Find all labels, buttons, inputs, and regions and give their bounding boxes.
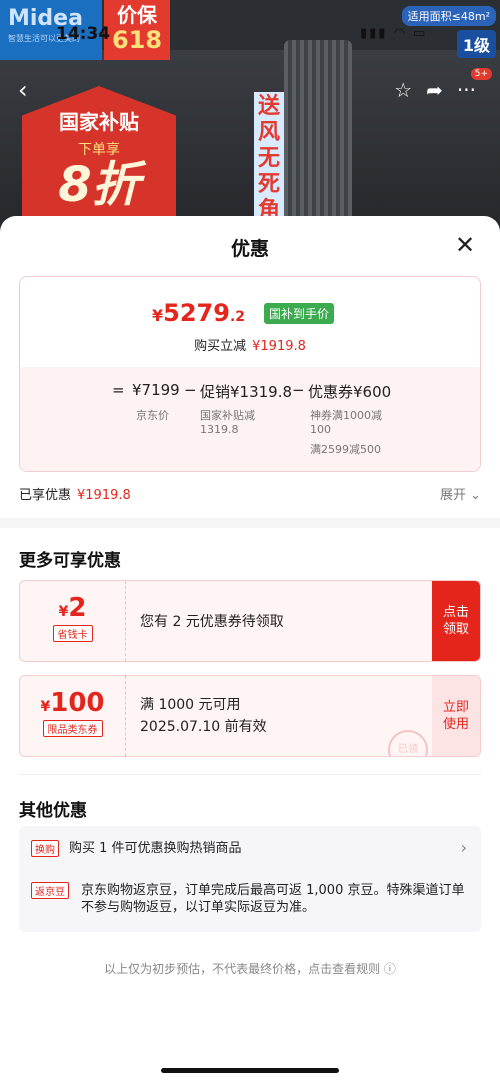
- coupon-description: 您有 2 元优惠券待领取: [140, 614, 284, 630]
- coupon-amount: 优惠券¥600: [308, 383, 392, 401]
- promo-amount: 促销¥1319.8: [200, 383, 293, 401]
- star-icon[interactable]: ☆: [394, 78, 412, 102]
- more-offers-title: 更多可享优惠: [19, 551, 121, 571]
- air-conditioner-image: [284, 40, 352, 240]
- coupon-condition: 满 1000 元可用: [140, 697, 241, 713]
- area-tag: 适用面积≤48m²: [401, 6, 496, 26]
- coupon-value-block: ¥2 省钱卡: [20, 581, 126, 661]
- price-guard-badge: 价保 618: [104, 0, 170, 60]
- other-offers-title: 其他优惠: [19, 801, 87, 821]
- use-coupon-button[interactable]: 立即 使用: [432, 676, 480, 756]
- minus-sign: −: [184, 381, 197, 399]
- enjoyed-amount: ¥1919.8: [77, 488, 131, 503]
- coupon-value-block: ¥100 限品类东券: [20, 676, 126, 756]
- offer-tag: 返京豆: [31, 882, 69, 899]
- instant-discount-amount: ¥1919.8: [252, 339, 306, 354]
- pricing-disclaimer-link[interactable]: 以上仅为初步预估，不代表最终价格，点击查看规则 ⓘ: [0, 960, 500, 977]
- coupon-expiry: 2025.07.10 前有效: [140, 719, 267, 735]
- enjoyed-label: 已享优惠: [19, 488, 72, 503]
- back-arrow-icon[interactable]: ‹: [18, 76, 28, 104]
- product-banner: 送风无死角 Midea 智慧生活可以更美的 价保 618 14:34 ▮▮▮ ◠…: [0, 0, 500, 240]
- price-guard-label: 价保: [117, 3, 157, 27]
- coupon-currency: ¥: [58, 604, 69, 620]
- instant-discount-label: 购买立减: [194, 339, 247, 354]
- divider: [19, 774, 481, 775]
- final-price: ¥5279.2: [152, 299, 245, 327]
- status-time: 14:34: [56, 24, 111, 44]
- coupon-detail-2: 满2599减500: [310, 443, 381, 456]
- coupon-detail-1: 神券满1000减 100: [310, 409, 382, 436]
- energy-rating-tag: 1级: [456, 30, 496, 58]
- other-offers-box: 换购 购买 1 件可优惠换购热销商品 › 返京豆 京东购物返京豆，订单完成后最高…: [19, 826, 481, 932]
- instant-discount: 购买立减 ¥1919.8: [20, 335, 480, 354]
- price-currency: ¥: [152, 306, 164, 325]
- price-breakdown-card: ¥5279.2 国补到手价 购买立减 ¥1919.8 = ¥7199 − 促销¥1…: [19, 276, 481, 472]
- sheet-title: 优惠: [230, 238, 269, 260]
- section-divider: [0, 518, 500, 528]
- coupon-description: 满 1000 元可用 2025.07.10 前有效: [140, 694, 267, 738]
- discount-sheet: 优惠 ✕ ¥5279.2 国补到手价 购买立减 ¥1919.8 = ¥7199 −…: [0, 216, 500, 1083]
- top-nav-actions: ☆ ➦ ··· 5+: [394, 68, 492, 102]
- status-icons: ▮▮▮ ◠ ▭: [360, 26, 428, 41]
- share-icon[interactable]: ➦: [426, 78, 443, 102]
- coupon-amount: 2: [68, 593, 87, 623]
- promo-detail: 国家补贴减 1319.8: [200, 409, 255, 436]
- subsidy-discount: 8折: [58, 157, 140, 213]
- claim-coupon-button[interactable]: 点击 领取: [432, 581, 480, 661]
- chevron-right-icon: ›: [460, 838, 467, 857]
- enjoyed-discount: 已享优惠 ¥1919.8: [19, 484, 131, 503]
- banner-vertical-slogan: 送风无死角: [254, 92, 284, 226]
- price-guard-event: 618: [111, 26, 163, 54]
- minus-sign: −: [292, 381, 305, 399]
- close-icon[interactable]: ✕: [454, 233, 476, 257]
- coupon-card: ¥2 省钱卡 您有 2 元优惠券待领取 点击 领取: [19, 580, 481, 662]
- offer-tag: 换购: [31, 840, 59, 857]
- coupon-value: ¥2: [20, 593, 125, 623]
- subsidy-price-badge: 国补到手价: [264, 303, 335, 324]
- price-equation: = ¥7199 − 促销¥1319.8 − 优惠券¥600 京东价 国家补贴减 …: [20, 367, 480, 471]
- jd-price: ¥7199: [132, 381, 180, 399]
- offer-text: 购买 1 件可优惠换购热销商品: [69, 841, 242, 856]
- offer-text: 京东购物返京豆，订单完成后最高可返 1,000 京豆。特殊渠道订单不参与购物返豆…: [81, 883, 465, 915]
- jd-price-label: 京东价: [136, 409, 169, 422]
- subsidy-title: 国家补贴: [59, 110, 139, 134]
- coupon-currency: ¥: [40, 699, 51, 715]
- price-summary: ¥5279.2 国补到手价 购买立减 ¥1919.8: [20, 277, 480, 367]
- coupon-type-tag: 省钱卡: [52, 625, 93, 642]
- home-indicator[interactable]: [161, 1068, 339, 1073]
- equals-sign: =: [112, 381, 125, 399]
- coupon-amount: 100: [50, 688, 105, 718]
- notification-badge: 5+: [470, 68, 492, 80]
- claimed-stamp: 已领: [388, 730, 428, 756]
- price-decimal: .2: [229, 309, 245, 325]
- subsidy-subtitle: 下单享: [78, 142, 120, 158]
- expand-button[interactable]: 展开 ⌄: [440, 484, 481, 503]
- price-integer: 5279: [163, 299, 230, 327]
- coupon-card: ¥100 限品类东券 满 1000 元可用 2025.07.10 前有效 已领 …: [19, 675, 481, 757]
- more-icon[interactable]: ··· 5+: [457, 68, 492, 102]
- coupon-type-tag: 限品类东券: [42, 720, 103, 737]
- coupon-value: ¥100: [20, 688, 125, 718]
